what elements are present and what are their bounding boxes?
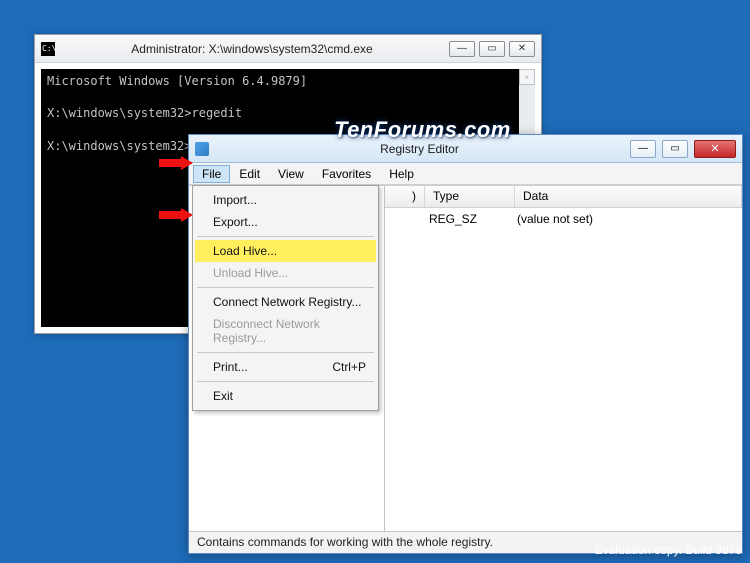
cmd-window-controls: — ▭ ✕ <box>449 41 535 57</box>
menu-favorites[interactable]: Favorites <box>313 165 380 183</box>
reg-title: Registry Editor <box>215 142 624 156</box>
maximize-button[interactable]: ▭ <box>479 41 505 57</box>
minimize-button[interactable]: — <box>449 41 475 57</box>
menu-separator <box>197 236 374 237</box>
menu-item-disconnect-network-registry: Disconnect Network Registry... <box>195 313 376 349</box>
cmd-icon <box>41 42 55 56</box>
cmd-title: Administrator: X:\windows\system32\cmd.e… <box>61 42 443 56</box>
list-body[interactable]: REG_SZ (value not set) <box>385 208 742 531</box>
file-menu-dropdown: Import... Export... Load Hive... Unload … <box>192 185 379 411</box>
menu-edit[interactable]: Edit <box>230 165 269 183</box>
col-type[interactable]: Type <box>425 186 515 207</box>
menu-item-load-hive[interactable]: Load Hive... <box>195 240 376 262</box>
col-name-fragment[interactable]: ) <box>385 186 425 207</box>
menu-accelerator: Ctrl+P <box>332 360 366 374</box>
menu-separator <box>197 287 374 288</box>
menu-separator <box>197 352 374 353</box>
menu-separator <box>197 381 374 382</box>
menu-file[interactable]: File <box>193 165 230 183</box>
minimize-button[interactable]: — <box>630 140 656 158</box>
menubar: File Edit View Favorites Help <box>189 163 742 185</box>
menu-item-label: Print... <box>213 360 248 374</box>
registry-list-pane[interactable]: ) Type Data REG_SZ (value not set) <box>385 186 742 531</box>
col-data[interactable]: Data <box>515 186 742 207</box>
cell-data: (value not set) <box>517 212 593 226</box>
maximize-button[interactable]: ▭ <box>662 140 688 158</box>
close-button[interactable]: ✕ <box>694 140 736 158</box>
evaluation-copy-text: Evaluation copy. Build 9879 <box>595 543 742 557</box>
annotation-arrow-icon <box>159 156 193 170</box>
registry-editor-window: Registry Editor — ▭ ✕ File Edit View Fav… <box>188 134 743 554</box>
scroll-up-button[interactable]: ▴ <box>519 69 535 85</box>
annotation-arrow-icon <box>159 208 193 222</box>
menu-item-import[interactable]: Import... <box>195 189 376 211</box>
regedit-icon <box>195 142 209 156</box>
menu-view[interactable]: View <box>269 165 313 183</box>
menu-item-connect-network-registry[interactable]: Connect Network Registry... <box>195 291 376 313</box>
menu-help[interactable]: Help <box>380 165 423 183</box>
cmd-titlebar[interactable]: Administrator: X:\windows\system32\cmd.e… <box>35 35 541 63</box>
watermark-text: TenForums.com <box>334 117 511 143</box>
menu-item-exit[interactable]: Exit <box>195 385 376 407</box>
menu-item-print[interactable]: Print... Ctrl+P <box>195 356 376 378</box>
menu-item-unload-hive: Unload Hive... <box>195 262 376 284</box>
list-columns: ) Type Data <box>385 186 742 208</box>
close-button[interactable]: ✕ <box>509 41 535 57</box>
list-row[interactable]: REG_SZ (value not set) <box>385 212 742 226</box>
menu-item-export[interactable]: Export... <box>195 211 376 233</box>
cmd-line: Microsoft Windows [Version 6.4.9879] <box>47 73 529 89</box>
cell-type: REG_SZ <box>429 212 517 226</box>
